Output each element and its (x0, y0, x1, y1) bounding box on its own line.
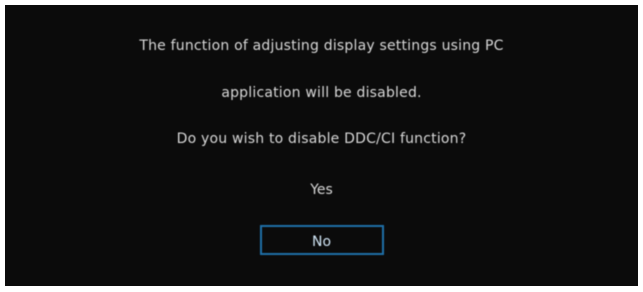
message-line-2: application will be disabled. (221, 85, 422, 101)
message-line-3: Do you wish to disable DDC/CI function? (176, 131, 467, 147)
yes-button[interactable]: Yes (282, 181, 362, 199)
osd-dialog: The function of adjusting display settin… (5, 5, 638, 286)
message-line-1: The function of adjusting display settin… (139, 38, 504, 54)
no-button[interactable]: No (259, 225, 384, 255)
